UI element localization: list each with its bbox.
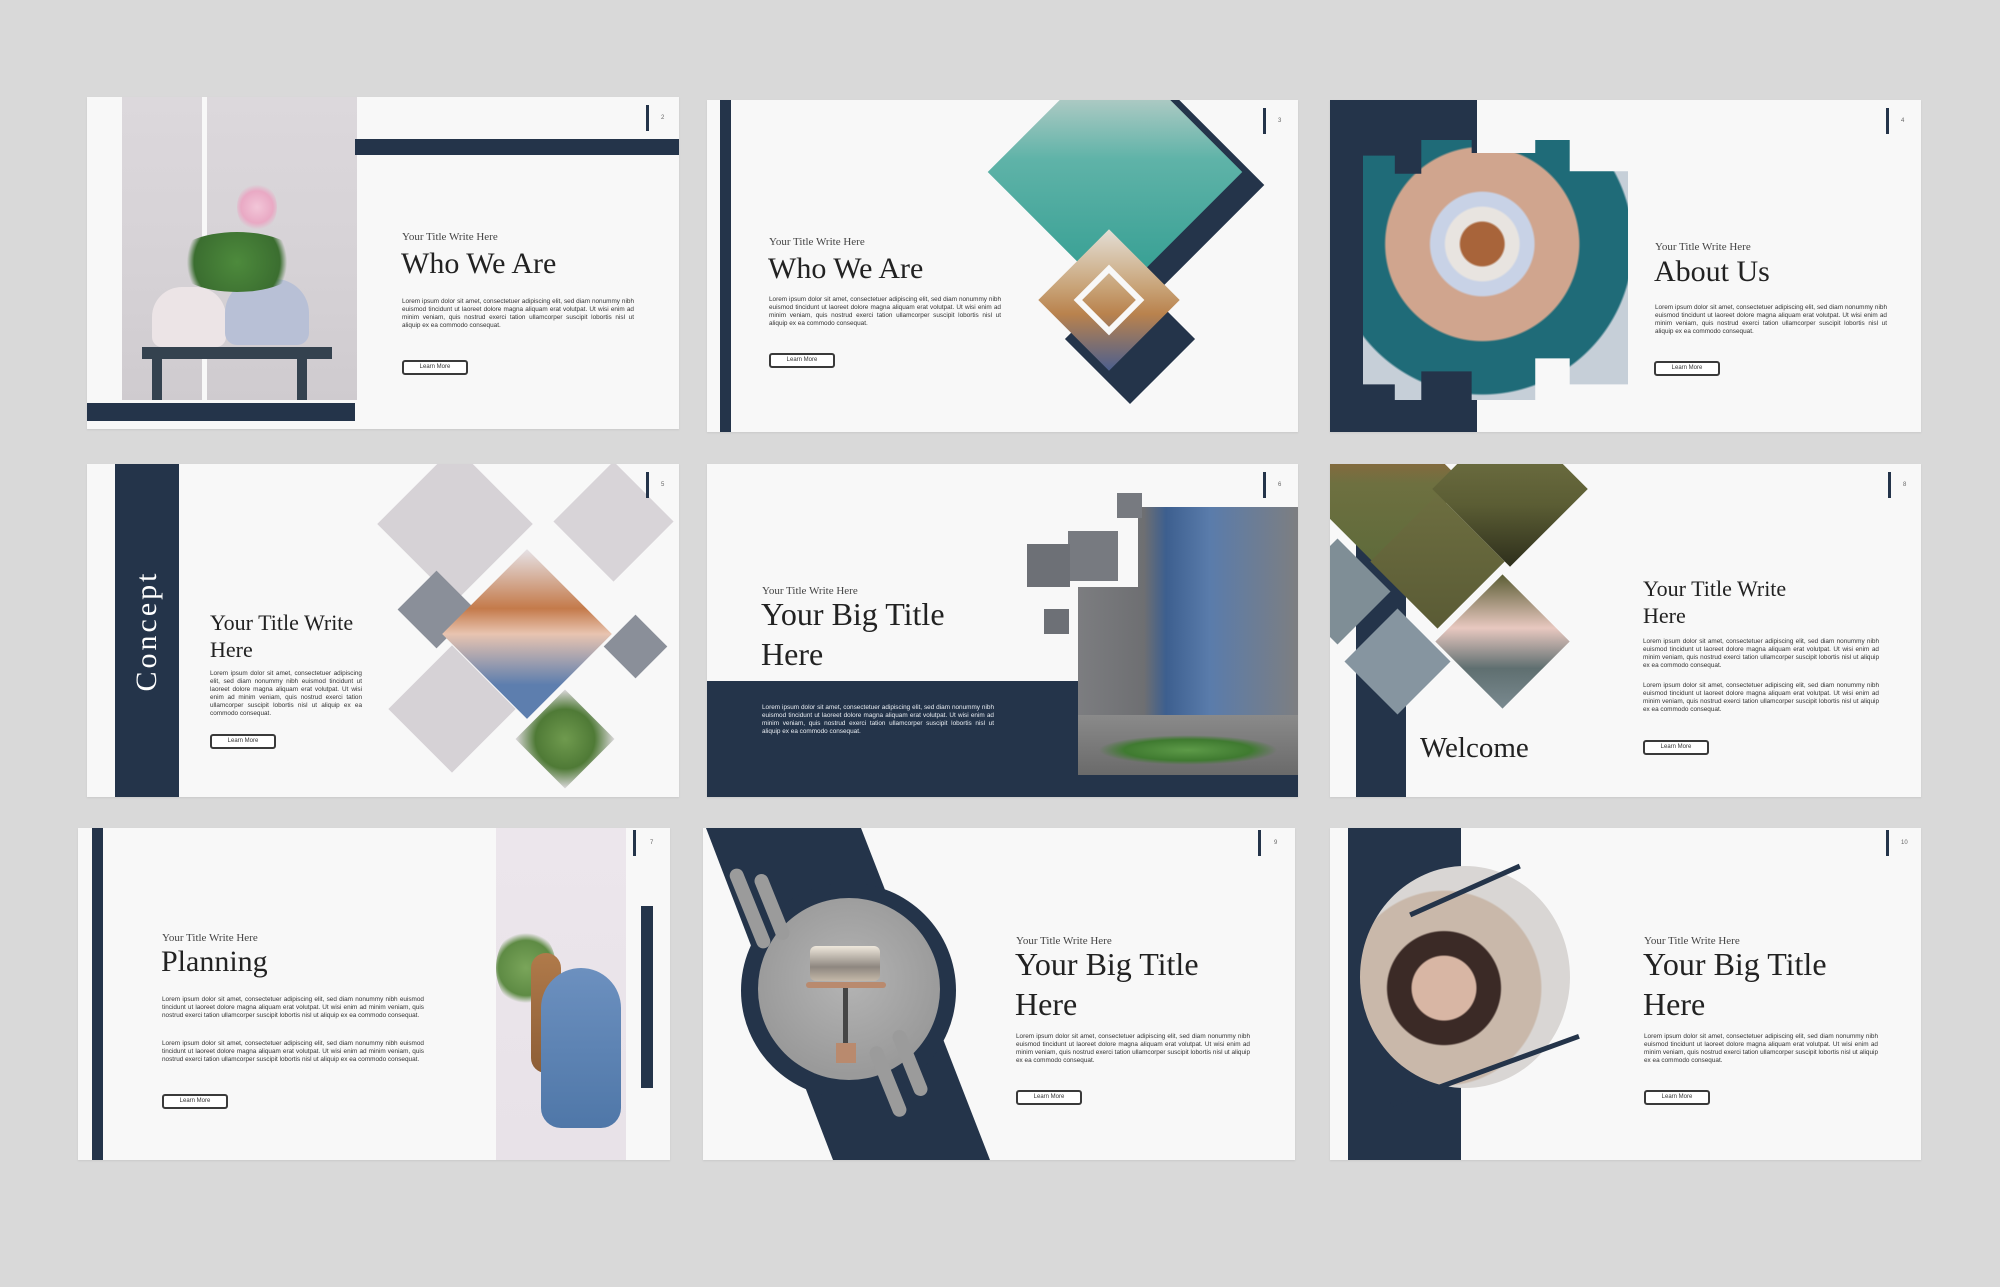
page-number: 3	[1278, 118, 1282, 124]
page-number: 7	[650, 840, 654, 846]
potted-flowers-photo	[122, 97, 357, 400]
slide-body: Lorem ipsum dolor sit amet, consectetuer…	[1643, 638, 1879, 669]
mosaic-tile-gray	[603, 614, 668, 679]
concrete-square	[1027, 544, 1070, 587]
mosaic-tile	[553, 464, 674, 582]
slide-kicker: Your Title Write Here	[1655, 241, 1751, 253]
slide-kicker: Your Title Write Here	[769, 236, 865, 248]
learn-more-button[interactable]: Learn More	[210, 734, 276, 749]
slide-body: Lorem ipsum dolor sit amet, consectetuer…	[1016, 1033, 1250, 1064]
concrete-square	[1044, 609, 1069, 634]
woman-greenery-photo	[496, 828, 626, 1160]
slide-body: Lorem ipsum dolor sit amet, consectetuer…	[769, 296, 1001, 327]
slide-body-2: Lorem ipsum dolor sit amet, consectetuer…	[162, 1040, 424, 1063]
page-number: 10	[1901, 840, 1908, 846]
slide-title: Who We Are	[401, 247, 557, 280]
page-marker	[633, 830, 636, 856]
page-number: 6	[1278, 482, 1282, 488]
learn-more-button[interactable]: Learn More	[1643, 740, 1709, 755]
page-marker	[646, 472, 649, 498]
slide-title: About Us	[1654, 255, 1770, 288]
slide-title-line2: Here	[1015, 986, 1078, 1022]
page-marker	[1263, 108, 1266, 134]
slide-body: Lorem ipsum dolor sit amet, consectetuer…	[402, 298, 634, 329]
accent-bar-left	[92, 828, 103, 1160]
slide-body: Lorem ipsum dolor sit amet, consectetuer…	[762, 704, 994, 735]
accent-bar-top	[355, 139, 679, 155]
accent-bar-bottom	[87, 403, 355, 421]
slide-thumbnail-6[interactable]: 8 Your Title Write Here Lorem ipsum dolo…	[1330, 464, 1921, 797]
concept-label: Concept	[130, 570, 163, 692]
slide-body: Lorem ipsum dolor sit amet, consectetuer…	[1644, 1033, 1878, 1064]
slide-title: Who We Are	[768, 252, 924, 285]
coffee-cup-photo	[1363, 140, 1628, 400]
concrete-square	[1117, 493, 1142, 518]
slide-thumbnail-4[interactable]: Concept 5 Your Title Write Here Lorem ip…	[87, 464, 679, 797]
slide-title: Planning	[161, 945, 268, 978]
slide-body: Lorem ipsum dolor sit amet, consectetuer…	[210, 670, 362, 717]
accent-bar-right	[641, 906, 653, 1088]
page-marker	[646, 105, 649, 131]
page-number: 5	[661, 482, 665, 488]
learn-more-button[interactable]: Learn More	[162, 1094, 228, 1109]
learn-more-button[interactable]: Learn More	[1644, 1090, 1710, 1105]
slide-title-line1: Your Big Title	[1643, 946, 1827, 982]
slide-title-line2: Here	[761, 636, 824, 672]
slide-body-2: Lorem ipsum dolor sit amet, consectetuer…	[1643, 682, 1879, 713]
slide-title-line2: Here	[1643, 603, 1686, 628]
slide-title-line1: Your Big Title	[1015, 946, 1199, 982]
slide-title-line2: Here	[1643, 986, 1706, 1022]
slide-thumbnail-1[interactable]: 2 Your Title Write Here Who We Are Lorem…	[87, 97, 679, 429]
page-number: 4	[1901, 118, 1905, 124]
slide-title-line1: Your Title Write	[1643, 576, 1787, 601]
page-marker	[1888, 472, 1891, 498]
slide-thumbnail-8[interactable]: 9 Your Title Write Here Your Big Title H…	[703, 828, 1295, 1160]
page-marker	[1258, 830, 1261, 856]
welcome-label: Welcome	[1420, 732, 1529, 764]
woman-hat-photo	[1360, 866, 1570, 1088]
slide-thumbnail-7[interactable]: 7 Your Title Write Here Planning Lorem i…	[78, 828, 670, 1160]
page-marker	[1886, 108, 1889, 134]
slide-title-line1: Your Big Title	[761, 596, 945, 632]
slide-title-line2: Here	[210, 637, 253, 662]
concrete-square	[1068, 531, 1118, 581]
slide-thumbnail-3[interactable]: 4 Your Title Write Here About Us Lorem i…	[1330, 100, 1921, 432]
page-number: 9	[1274, 840, 1278, 846]
page-number: 2	[661, 115, 665, 121]
accent-bar-left	[720, 100, 731, 432]
learn-more-button[interactable]: Learn More	[402, 360, 468, 375]
slide-kicker: Your Title Write Here	[402, 231, 498, 243]
slide-body: Lorem ipsum dolor sit amet, consectetuer…	[162, 996, 424, 1019]
slide-title-line1: Your Title Write	[210, 610, 354, 635]
learn-more-button[interactable]: Learn More	[1016, 1090, 1082, 1105]
learn-more-button[interactable]: Learn More	[1654, 361, 1720, 376]
slide-thumbnail-5[interactable]: 6 Your Title Write Here Your Big Title H…	[707, 464, 1298, 797]
slide-thumbnail-2[interactable]: 3 Your Title Write Here Who We Are Lorem…	[707, 100, 1298, 432]
slide-thumbnail-9[interactable]: 10 Your Title Write Here Your Big Title …	[1330, 828, 1921, 1160]
slide-body: Lorem ipsum dolor sit amet, consectetuer…	[1655, 304, 1887, 335]
page-marker	[1263, 472, 1266, 498]
learn-more-button[interactable]: Learn More	[769, 353, 835, 368]
page-number: 8	[1903, 482, 1907, 488]
page-marker	[1886, 830, 1889, 856]
